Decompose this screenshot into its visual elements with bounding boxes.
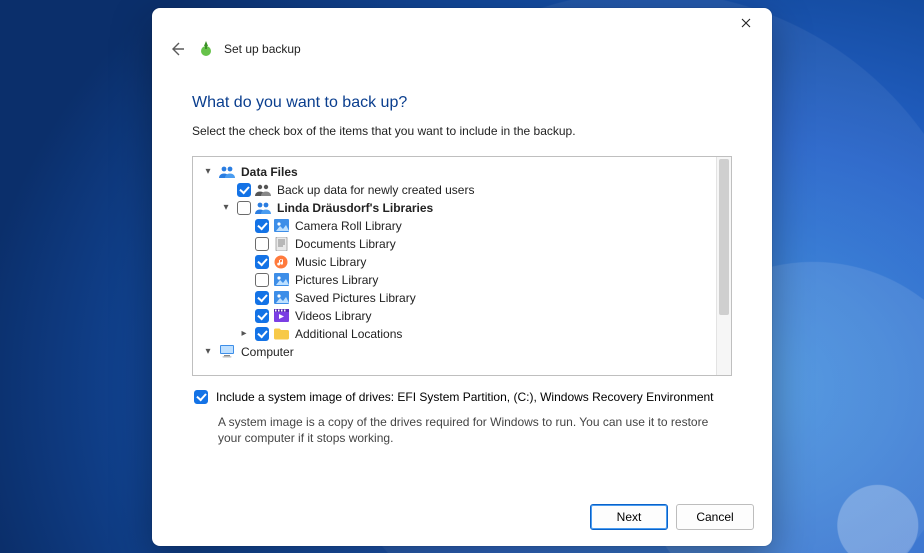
- computer-icon: [219, 344, 235, 360]
- picture-library-icon: [273, 272, 289, 288]
- tree-node-additional-locations[interactable]: ▸ Additional Locations: [201, 325, 710, 343]
- next-button[interactable]: Next: [590, 504, 668, 530]
- back-button[interactable]: [166, 38, 188, 60]
- tree-node-saved-pictures[interactable]: Saved Pictures Library: [201, 289, 710, 307]
- backup-wizard-window: Set up backup What do you want to back u…: [152, 8, 772, 546]
- checkbox[interactable]: [255, 237, 269, 251]
- checkbox[interactable]: [237, 183, 251, 197]
- checkbox[interactable]: [255, 255, 269, 269]
- document-library-icon: [273, 236, 289, 252]
- chevron-down-icon[interactable]: ▾: [201, 343, 215, 361]
- picture-library-icon: [273, 218, 289, 234]
- tree-node-videos[interactable]: Videos Library: [201, 307, 710, 325]
- wizard-footer: Next Cancel: [152, 490, 772, 546]
- users-group-icon: [219, 164, 235, 180]
- chevron-right-icon[interactable]: ▸: [237, 325, 251, 343]
- system-image-checkbox[interactable]: [194, 390, 208, 404]
- tree-label: Camera Roll Library: [293, 217, 402, 235]
- wizard-header: Set up backup: [152, 38, 772, 68]
- checkbox[interactable]: [255, 327, 269, 341]
- tree-label: Data Files: [239, 163, 298, 181]
- wizard-content: What do you want to back up? Select the …: [152, 68, 772, 490]
- tree-node-camera-roll[interactable]: Camera Roll Library: [201, 217, 710, 235]
- tree-label: Documents Library: [293, 235, 396, 253]
- page-instruction: Select the check box of the items that y…: [192, 124, 732, 138]
- tree-scrollbar[interactable]: [716, 157, 731, 375]
- tree-label: Additional Locations: [293, 325, 402, 343]
- chevron-down-icon[interactable]: ▾: [219, 199, 233, 217]
- chevron-down-icon[interactable]: ▾: [201, 163, 215, 181]
- system-image-description: A system image is a copy of the drives r…: [218, 414, 732, 446]
- tree-node-pictures[interactable]: Pictures Library: [201, 271, 710, 289]
- tree-node-data-files[interactable]: ▾ Data Files: [201, 163, 710, 181]
- folder-icon: [273, 326, 289, 342]
- tree-label: Linda Dräusdorf's Libraries: [275, 199, 433, 217]
- music-library-icon: [273, 254, 289, 270]
- tree-node-documents[interactable]: Documents Library: [201, 235, 710, 253]
- checkbox[interactable]: [255, 273, 269, 287]
- tree-scroll-area[interactable]: ▾ Data Files Back up data for newly crea…: [193, 157, 716, 375]
- system-image-label: Include a system image of drives: EFI Sy…: [216, 390, 714, 404]
- desktop-wallpaper: Set up backup What do you want to back u…: [0, 0, 924, 553]
- tree-node-user-libraries[interactable]: ▾ Linda Dräusdorf's Libraries: [201, 199, 710, 217]
- tree-label: Videos Library: [293, 307, 372, 325]
- checkbox[interactable]: [255, 309, 269, 323]
- video-library-icon: [273, 308, 289, 324]
- tree-label: Saved Pictures Library: [293, 289, 416, 307]
- backup-items-tree: ▾ Data Files Back up data for newly crea…: [192, 156, 732, 376]
- page-heading: What do you want to back up?: [192, 94, 732, 112]
- checkbox[interactable]: [255, 219, 269, 233]
- checkbox[interactable]: [255, 291, 269, 305]
- window-close-button[interactable]: [726, 9, 766, 37]
- picture-library-icon: [273, 290, 289, 306]
- tree-node-computer[interactable]: ▾ Computer: [201, 343, 710, 361]
- back-arrow-icon: [169, 41, 185, 57]
- tree-label: Computer: [239, 343, 294, 361]
- system-image-section: Include a system image of drives: EFI Sy…: [192, 376, 732, 446]
- tree-node-new-users[interactable]: Back up data for newly created users: [201, 181, 710, 199]
- tree-label: Music Library: [293, 253, 366, 271]
- tree-node-music[interactable]: Music Library: [201, 253, 710, 271]
- setup-backup-icon: [198, 41, 214, 57]
- wizard-title: Set up backup: [224, 42, 301, 56]
- tree-label: Back up data for newly created users: [275, 181, 474, 199]
- cancel-button[interactable]: Cancel: [676, 504, 754, 530]
- close-icon: [741, 18, 751, 28]
- tree-label: Pictures Library: [293, 271, 378, 289]
- users-group-icon: [255, 182, 271, 198]
- checkbox[interactable]: [237, 201, 251, 215]
- titlebar: [152, 8, 772, 38]
- users-group-icon: [255, 200, 271, 216]
